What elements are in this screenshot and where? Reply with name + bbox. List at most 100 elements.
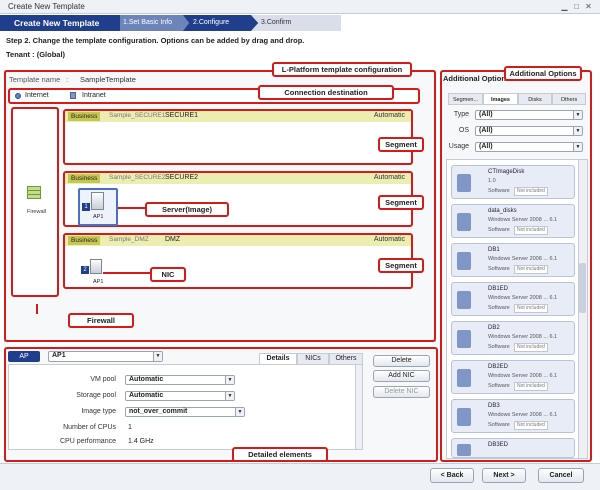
- image-card[interactable]: data_disks Windows Server 2008 ... 6.1 Sof…: [451, 204, 575, 238]
- window-title: Create New Template: [8, 2, 85, 11]
- image-software-status: Not included: [514, 265, 548, 274]
- segment-subname: Sample_SECURE2: [109, 174, 166, 181]
- image-software-label: Software: [488, 305, 510, 311]
- wizard-step-confirm: 3.Confirm: [251, 15, 341, 31]
- tab-others-options[interactable]: Others: [552, 93, 586, 105]
- delete-nic-button[interactable]: Delete NIC: [373, 386, 430, 398]
- segment-name: SECURE2: [165, 174, 199, 181]
- tab-segments[interactable]: Segmen...: [448, 93, 483, 105]
- connection-intranet[interactable]: Intranet: [82, 92, 106, 99]
- server-icon[interactable]: [90, 259, 102, 274]
- filter-type-value: (All): [479, 111, 493, 118]
- image-card[interactable]: DB1ED Windows Server 2008 ... 6.1 Software…: [451, 282, 575, 316]
- firewall-callout-line: [36, 304, 38, 314]
- vm-pool-label: VM pool: [90, 376, 116, 383]
- callout-server: Server(Image): [145, 202, 229, 217]
- disk-icon: [457, 330, 471, 348]
- callout-additional-options: Additional Options: [504, 66, 582, 81]
- filter-type-select[interactable]: (All) ▼: [475, 110, 583, 120]
- image-software-status: Not included: [514, 382, 548, 391]
- details-scrollbar[interactable]: [355, 365, 362, 449]
- callout-segment-2: Segment: [378, 195, 424, 210]
- globe-icon: [15, 93, 21, 99]
- wizard-step-basic-info: 1.Set Basic Info: [113, 15, 193, 31]
- building-icon: [70, 92, 76, 99]
- tab-nics[interactable]: NICs: [297, 353, 329, 364]
- segment-mode: Automatic: [373, 236, 405, 243]
- storage-pool-select[interactable]: Automatic ▼: [125, 391, 235, 401]
- scrollbar-thumb[interactable]: [579, 263, 586, 313]
- cancel-button[interactable]: Cancel: [538, 468, 584, 483]
- image-version: Windows Server 2008 ... 6.1: [488, 256, 558, 262]
- server-label: AP1: [93, 214, 104, 220]
- callout-segment-3: Segment: [378, 258, 424, 273]
- segment-name: DMZ: [165, 236, 181, 243]
- tab-others[interactable]: Others: [329, 353, 363, 364]
- chevron-down-icon: ▼: [153, 352, 162, 361]
- wizard-step-configure: 2.Configure: [183, 15, 261, 31]
- tab-images[interactable]: Images: [483, 93, 518, 105]
- next-button[interactable]: Next >: [482, 468, 526, 483]
- tab-details[interactable]: Details: [259, 353, 297, 364]
- delete-button[interactable]: Delete: [373, 355, 430, 367]
- segment-secure1[interactable]: Business Sample_SECURE1 SECURE1 Automati…: [63, 109, 413, 165]
- image-version: Windows Server 2008 ... 6.1: [488, 295, 558, 301]
- element-type-badge: AP: [8, 351, 40, 362]
- minimize-icon[interactable]: ▁: [560, 2, 569, 11]
- back-button[interactable]: < Back: [430, 468, 474, 483]
- segment-badge: Business: [68, 174, 101, 183]
- image-name: data_disks: [488, 208, 517, 214]
- template-name-colon: :: [66, 75, 69, 84]
- image-name: DB2: [488, 325, 500, 331]
- cpu-performance-label: CPU performance: [59, 438, 116, 445]
- template-name-value: SampleTemplate: [80, 75, 136, 84]
- nic-callout-line: [103, 272, 151, 274]
- image-name: DB2ED: [488, 364, 509, 370]
- filter-usage-select[interactable]: (All) ▼: [475, 142, 583, 152]
- chevron-down-icon: ▼: [225, 392, 234, 400]
- image-software-label: Software: [488, 188, 510, 194]
- image-name: DB1: [488, 247, 500, 253]
- cpu-count-value: 1: [128, 424, 132, 431]
- disk-icon: [457, 408, 471, 426]
- filter-os-select[interactable]: (All) ▼: [475, 126, 583, 136]
- wizard-title: Create New Template: [0, 15, 120, 31]
- segment-dmz[interactable]: Business Sample_DMZ DMZ Automatic: [63, 233, 413, 289]
- element-select[interactable]: AP1 ▼: [48, 351, 163, 362]
- connection-internet[interactable]: Internet: [25, 92, 49, 99]
- image-card[interactable]: DB3 Windows Server 2008 ... 6.1 Software No…: [451, 399, 575, 433]
- segment-name: SECURE1: [165, 112, 199, 119]
- image-version: Windows Server 2008 ... 6.1: [488, 334, 558, 340]
- instructions: Step 2. Change the template configuratio…: [6, 36, 305, 45]
- firewall-icon: [27, 186, 41, 199]
- firewall-box[interactable]: [11, 107, 59, 297]
- segment-subname: Sample_SECURE1: [109, 112, 166, 119]
- filter-os-label: OS: [458, 127, 469, 134]
- image-card[interactable]: DB2 Windows Server 2008 ... 6.1 Software No…: [451, 321, 575, 355]
- image-software-status: Not included: [514, 343, 548, 352]
- filter-usage-value: (All): [479, 143, 493, 150]
- server-icon: [91, 192, 104, 210]
- add-nic-button[interactable]: Add NIC: [373, 370, 430, 382]
- image-card[interactable]: DB1 Windows Server 2008 ... 6.1 Software No…: [451, 243, 575, 277]
- image-card[interactable]: CTImageDisk 1.0 Software Not included: [451, 165, 575, 199]
- image-software-label: Software: [488, 422, 510, 428]
- image-card[interactable]: DB3ED: [451, 438, 575, 458]
- image-card[interactable]: DB2ED Windows Server 2008 ... 6.1 Software…: [451, 360, 575, 394]
- template-name-label: Template name: [9, 75, 61, 84]
- segment-mode: Automatic: [373, 112, 405, 119]
- tenant-label: Tenant : (Global): [6, 50, 66, 59]
- nic-server-label: AP1: [93, 279, 104, 285]
- maximize-icon[interactable]: □: [572, 2, 581, 11]
- close-icon[interactable]: ✕: [584, 2, 593, 11]
- segment-mode: Automatic: [373, 174, 405, 181]
- image-version: 1.0: [488, 178, 496, 184]
- callout-connection: Connection destination: [258, 85, 394, 100]
- tab-disks[interactable]: Disks: [518, 93, 552, 105]
- image-type-label: Image type: [81, 408, 116, 415]
- vm-pool-select[interactable]: Automatic ▼: [125, 375, 235, 385]
- image-type-select[interactable]: not_over_commit ▼: [125, 407, 245, 417]
- image-software-status: Not included: [514, 226, 548, 235]
- storage-pool-value: Automatic: [129, 392, 164, 399]
- segment-badge: Business: [68, 236, 101, 245]
